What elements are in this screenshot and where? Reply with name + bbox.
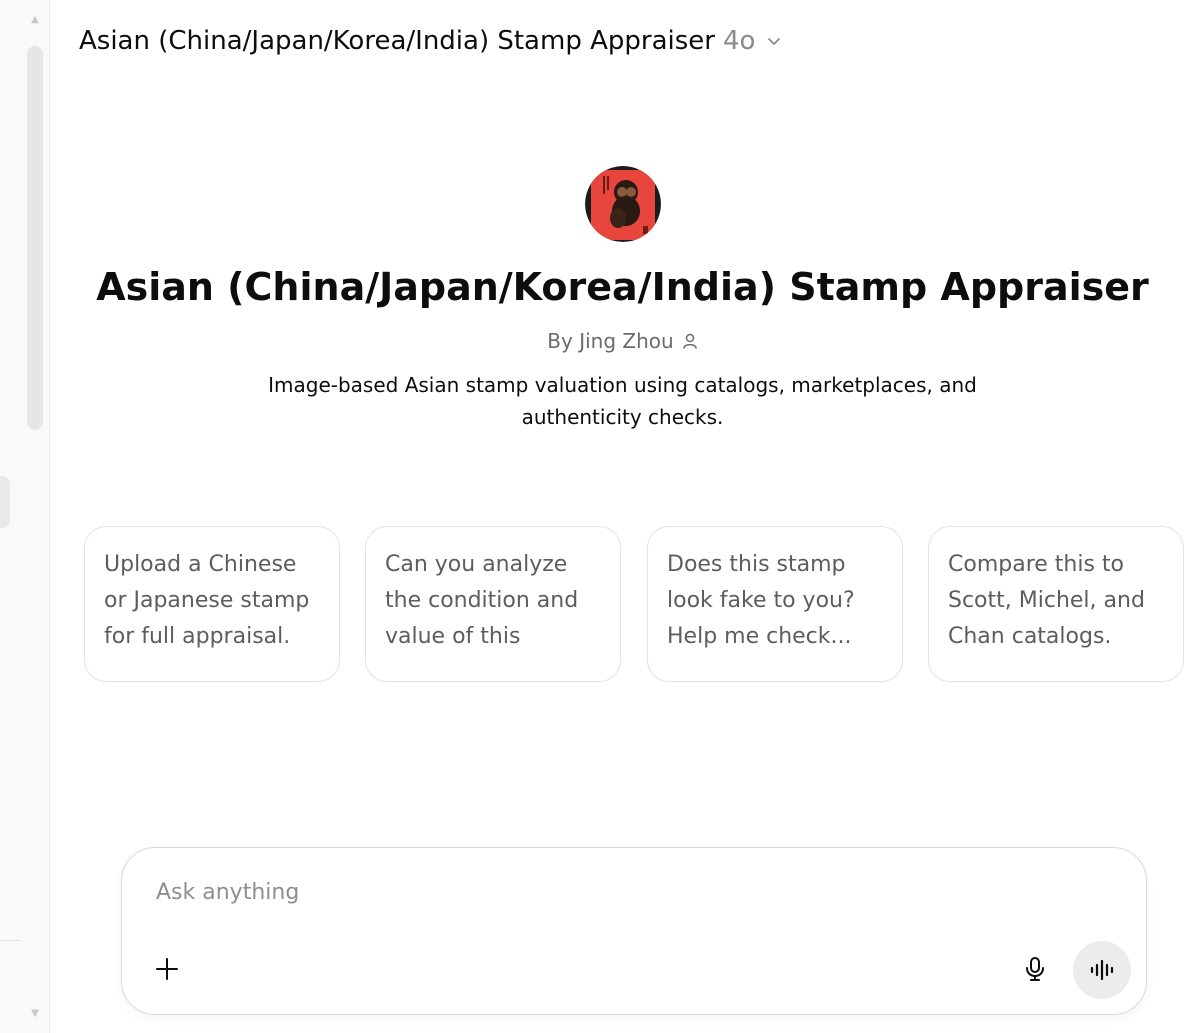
sidebar-collapsed: ▲ ▼ <box>0 0 50 1033</box>
message-input[interactable] <box>156 870 1016 914</box>
starter-text: Compare this to Scott, Michel, and Chan … <box>948 552 1145 649</box>
chevron-down-icon <box>768 38 781 45</box>
gpt-title: Asian (China/Japan/Korea/India) Stamp Ap… <box>96 265 1149 309</box>
gpt-author[interactable]: By Jing Zhou <box>547 329 697 353</box>
header-gpt-name: Asian (China/Japan/Korea/India) Stamp Ap… <box>79 26 715 56</box>
starter-text: Upload a Chinese or Japanese stamp for f… <box>104 552 310 649</box>
sidebar-divider <box>0 940 20 941</box>
monkey-stamp-avatar <box>584 166 661 242</box>
microphone-icon <box>1026 957 1044 981</box>
scroll-up-arrow-icon[interactable]: ▲ <box>27 14 43 26</box>
header-model-label: 4o <box>722 26 756 56</box>
starter-card[interactable]: Can you analyze the condition and value … <box>365 526 621 682</box>
starter-card[interactable]: Does this stamp look fake to you? Help m… <box>647 526 903 682</box>
sidebar-toggle-tab[interactable] <box>0 476 10 528</box>
gpt-description: Image-based Asian stamp valuation using … <box>268 373 977 429</box>
starter-text: Can you analyze the condition and value … <box>385 552 579 649</box>
starter-card[interactable]: Compare this to Scott, Michel, and Chan … <box>928 526 1184 682</box>
voice-mode-icon <box>1090 959 1114 981</box>
gpt-model-selector[interactable]: Asian (China/Japan/Korea/India) Stamp Ap… <box>79 22 783 60</box>
plus-icon <box>156 958 178 980</box>
conversation-starters: Upload a Chinese or Japanese stamp for f… <box>84 526 1188 682</box>
person-icon <box>682 333 697 349</box>
scrollbar-thumb[interactable] <box>27 46 43 430</box>
add-attachment-button[interactable] <box>146 948 188 990</box>
voice-mode-button[interactable] <box>1073 941 1131 999</box>
dictate-button[interactable] <box>1014 948 1056 990</box>
message-composer <box>121 847 1147 1015</box>
starter-card[interactable]: Upload a Chinese or Japanese stamp for f… <box>84 526 340 682</box>
starter-text: Does this stamp look fake to you? Help m… <box>667 552 855 649</box>
scroll-down-arrow-icon[interactable]: ▼ <box>27 1008 43 1020</box>
author-name: By Jing Zhou <box>547 329 674 353</box>
gpt-intro: Asian (China/Japan/Korea/India) Stamp Ap… <box>50 166 1195 433</box>
